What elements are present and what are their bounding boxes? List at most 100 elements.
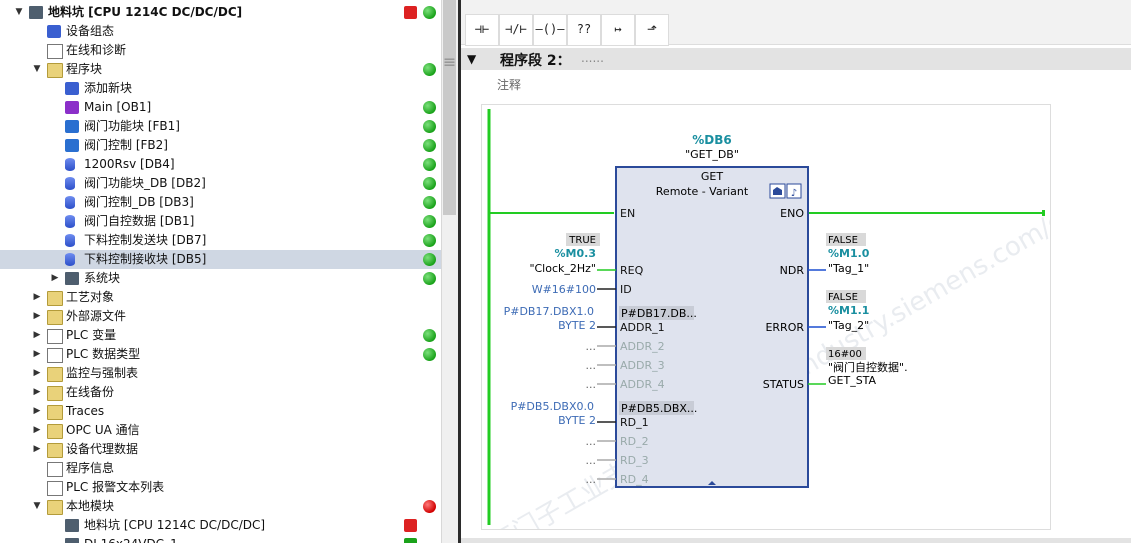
network-comment[interactable]: 注释: [497, 76, 521, 93]
diag-glyph: ♪: [791, 188, 797, 199]
expand-arrow-icon[interactable]: ▶: [32, 383, 42, 402]
tree-item[interactable]: ▼ 地料坑 [CPU 1214C DC/DC/DC]: [0, 3, 441, 22]
network-title: 程序段 2：: [500, 53, 571, 69]
open-branch-button[interactable]: ↦: [601, 14, 635, 46]
expand-arrow-icon[interactable]: ▶: [32, 307, 42, 326]
tree-item[interactable]: 1200Rsv [DB4]: [0, 155, 441, 174]
tree-item[interactable]: ▼ 本地模块: [0, 497, 441, 516]
tree-item-label: 地料坑 [CPU 1214C DC/DC/DC]: [84, 518, 266, 532]
tree-item[interactable]: 阀门功能块_DB [DB2]: [0, 174, 441, 193]
tree-item-label: 本地模块: [66, 499, 115, 513]
empty-param[interactable]: ...: [586, 454, 597, 467]
db-icon: [65, 177, 75, 190]
tree-item[interactable]: ▶ OPC UA 通信: [0, 421, 441, 440]
tree-item-label: Traces: [66, 404, 105, 418]
collapse-arrow-icon[interactable]: ▼: [14, 3, 24, 22]
status-tag-member[interactable]: GET_STA: [828, 374, 877, 387]
tree-scrollbar-thumb[interactable]: [443, 0, 456, 215]
tree-item[interactable]: 在线和诊断: [0, 41, 441, 60]
tree-item[interactable]: 下料控制发送块 [DB7]: [0, 231, 441, 250]
nc-contact-button[interactable]: ⊣/⊢: [499, 14, 533, 46]
project-tree: ▼ 地料坑 [CPU 1214C DC/DC/DC] 设备组态 在线和诊断 ▼ 程序块 添加…: [0, 0, 441, 543]
tree-item-label: PLC 报警文本列表: [66, 480, 165, 494]
tree-item[interactable]: ▶ 设备代理数据: [0, 440, 441, 459]
tree-item[interactable]: 程序信息: [0, 459, 441, 478]
status-tag[interactable]: "阀门自控数据".: [828, 360, 908, 374]
tree-item[interactable]: ▼ 程序块: [0, 60, 441, 79]
addr1-param[interactable]: P#DB17.DBX1.0: [504, 305, 594, 318]
network-header[interactable]: ▼ 程序段 2： ......: [461, 48, 1131, 70]
collapse-arrow-icon[interactable]: ▼: [32, 497, 42, 516]
tree-item-label: 下料控制接收块 [DB5]: [84, 252, 207, 266]
tree-item-label: 添加新块: [84, 81, 133, 95]
tree-item-label: 系统块: [84, 271, 121, 285]
device-config-icon: [47, 25, 61, 38]
rung-end: [1042, 210, 1045, 216]
rd1-param[interactable]: P#DB5.DBX0.0: [511, 400, 594, 413]
expand-arrow-icon[interactable]: ▶: [32, 326, 42, 345]
id-value[interactable]: W#16#100: [532, 283, 596, 296]
ndr-value: FALSE: [828, 235, 858, 246]
download-icon: [404, 519, 417, 532]
tree-item[interactable]: 阀门自控数据 [DB1]: [0, 212, 441, 231]
tree-item[interactable]: 阀门控制_DB [DB3]: [0, 193, 441, 212]
expand-arrow-icon[interactable]: ▶: [32, 440, 42, 459]
tree-item[interactable]: PLC 报警文本列表: [0, 478, 441, 497]
empty-param[interactable]: ...: [586, 359, 597, 372]
empty-param[interactable]: ...: [586, 473, 597, 486]
empty-param[interactable]: ...: [586, 340, 597, 353]
req-tag[interactable]: "Clock_2Hz": [529, 262, 596, 275]
tree-item[interactable]: 阀门控制 [FB2]: [0, 136, 441, 155]
tree-item-label: 1200Rsv [DB4]: [84, 157, 175, 171]
error-status-icon: [423, 500, 436, 513]
no-contact-button[interactable]: ⊣⊢: [465, 14, 499, 46]
expand-arrow-icon[interactable]: ▶: [32, 402, 42, 421]
close-branch-button[interactable]: ⬏: [635, 14, 669, 46]
plc-datatype-icon: [47, 348, 63, 363]
expand-arrow-icon[interactable]: ▶: [32, 421, 42, 440]
tree-item[interactable]: DI 16x24VDC_1: [0, 535, 441, 543]
tree-item[interactable]: 添加新块: [0, 79, 441, 98]
ok-status-icon: [423, 329, 436, 342]
pin-rd_2: RD_2: [620, 435, 649, 448]
coil-button[interactable]: –()–: [533, 14, 567, 46]
error-tag[interactable]: "Tag_2": [828, 319, 869, 332]
collapse-arrow-icon[interactable]: ▼: [467, 52, 476, 66]
error-value: FALSE: [828, 292, 858, 303]
tree-item-label: PLC 变量: [66, 328, 117, 342]
tree-item[interactable]: ▶ 外部源文件: [0, 307, 441, 326]
tree-item-label: 监控与强制表: [66, 366, 139, 380]
tree-item[interactable]: ▶ PLC 数据类型: [0, 345, 441, 364]
empty-box-button[interactable]: ??: [567, 14, 601, 46]
tree-item[interactable]: 下料控制接收块 [DB5]: [0, 250, 441, 269]
empty-param[interactable]: ...: [586, 378, 597, 391]
network-title-placeholder[interactable]: ......: [581, 51, 604, 65]
expand-arrow-icon[interactable]: ▶: [32, 288, 42, 307]
ok-status-icon: [423, 215, 436, 228]
addr1-actual: P#DB17.DB...: [621, 307, 697, 320]
fb-icon: [65, 120, 79, 133]
tree-item[interactable]: ▶ PLC 变量: [0, 326, 441, 345]
tree-item-label: OPC UA 通信: [66, 423, 140, 437]
tree-item[interactable]: ▶ 系统块: [0, 269, 441, 288]
empty-param[interactable]: ...: [586, 435, 597, 448]
collapse-arrow-icon[interactable]: ▼: [32, 60, 42, 79]
tree-item[interactable]: ▶ 监控与强制表: [0, 364, 441, 383]
expand-arrow-icon[interactable]: ▶: [32, 364, 42, 383]
tree-item[interactable]: Main [OB1]: [0, 98, 441, 117]
expand-arrow-icon[interactable]: ▶: [32, 345, 42, 364]
folder-icon: [47, 405, 63, 420]
expand-arrow-icon[interactable]: ▶: [50, 269, 60, 288]
tree-item[interactable]: 地料坑 [CPU 1214C DC/DC/DC]: [0, 516, 441, 535]
tree-item[interactable]: 阀门功能块 [FB1]: [0, 117, 441, 136]
tree-item[interactable]: 设备组态: [0, 22, 441, 41]
ok-status-icon: [423, 63, 436, 76]
tree-item[interactable]: ▶ 在线备份: [0, 383, 441, 402]
tree-item[interactable]: ▶ Traces: [0, 402, 441, 421]
pin-rd_3: RD_3: [620, 454, 649, 467]
pin-addr_1: ADDR_1: [620, 321, 665, 334]
folder-icon: [47, 310, 63, 325]
tree-item[interactable]: ▶ 工艺对象: [0, 288, 441, 307]
ndr-tag[interactable]: "Tag_1": [828, 262, 869, 275]
cpu-icon: [29, 6, 43, 19]
